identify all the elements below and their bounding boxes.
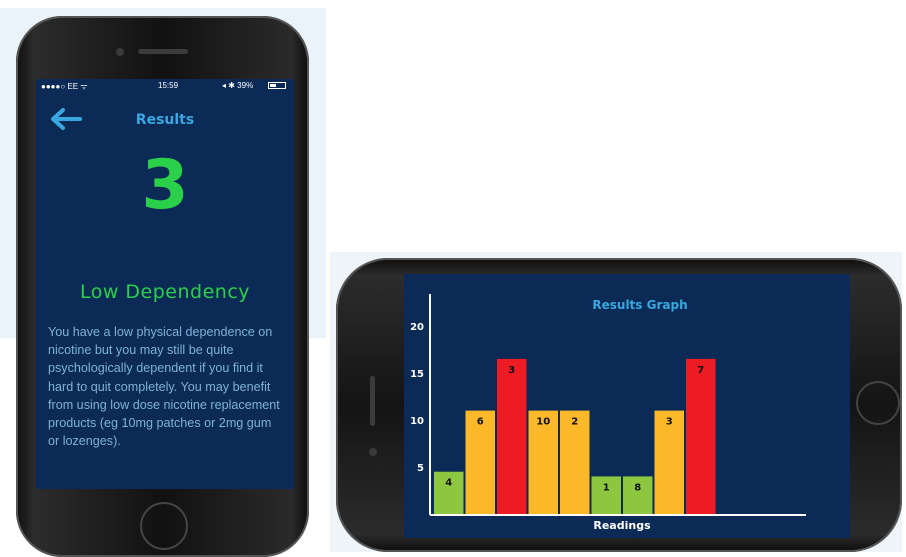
battery-icon [268,82,286,89]
y-tick-label: 5 [417,463,424,474]
chart-bar [497,358,527,514]
earpiece-speaker [138,49,188,54]
result-description: You have a low physical dependence on ni… [48,325,280,449]
bar-data-label: 1 [603,482,610,493]
front-camera [116,48,124,56]
home-button[interactable] [856,381,900,425]
earpiece-speaker [370,376,375,426]
graph-screen: Results Graph 5 10 15 20 4 6 3 10 2 1 8 3 7 Reading… [404,274,850,538]
status-time: 15:59 [158,81,179,90]
home-button[interactable] [140,502,188,550]
front-camera [369,448,377,456]
x-axis-label: Readings [593,519,651,532]
score-value: 3 [141,146,189,225]
chart-bar [686,358,716,514]
phone-landscape: Results Graph 5 10 15 20 4 6 3 10 2 1 8 3 7 Reading… [336,258,902,552]
bar-data-label: 10 [536,417,550,428]
status-bar: ●●●●○ EE ᯤ 15:59 ◂ ✱ 39% [36,79,294,93]
phone-portrait: ●●●●○ EE ᯤ 15:59 ◂ ✱ 39% Results 3 Low D… [16,16,309,557]
page-title: Results [135,112,195,128]
bar-data-label: 2 [571,417,578,428]
bar-data-label: 7 [697,365,704,376]
carrier-signal: ●●●●○ EE ᯤ [41,82,88,91]
y-tick-label: 20 [410,322,424,333]
results-chart: Results Graph 5 10 15 20 4 6 3 10 2 1 8 3 7 Reading… [410,294,806,532]
y-tick-label: 15 [410,369,424,380]
bar-data-label: 8 [634,482,641,493]
dependency-level: Low Dependency [79,281,251,303]
chart-title: Results Graph [592,298,687,312]
bar-data-label: 4 [445,478,452,489]
y-tick-label: 10 [410,416,424,427]
bar-data-label: 6 [477,417,484,428]
battery-percentage: ◂ ✱ 39% [222,81,254,90]
results-screen: ●●●●○ EE ᯤ 15:59 ◂ ✱ 39% Results 3 Low D… [36,79,294,489]
bar-data-label: 3 [508,365,515,376]
bar-data-label: 3 [666,417,673,428]
